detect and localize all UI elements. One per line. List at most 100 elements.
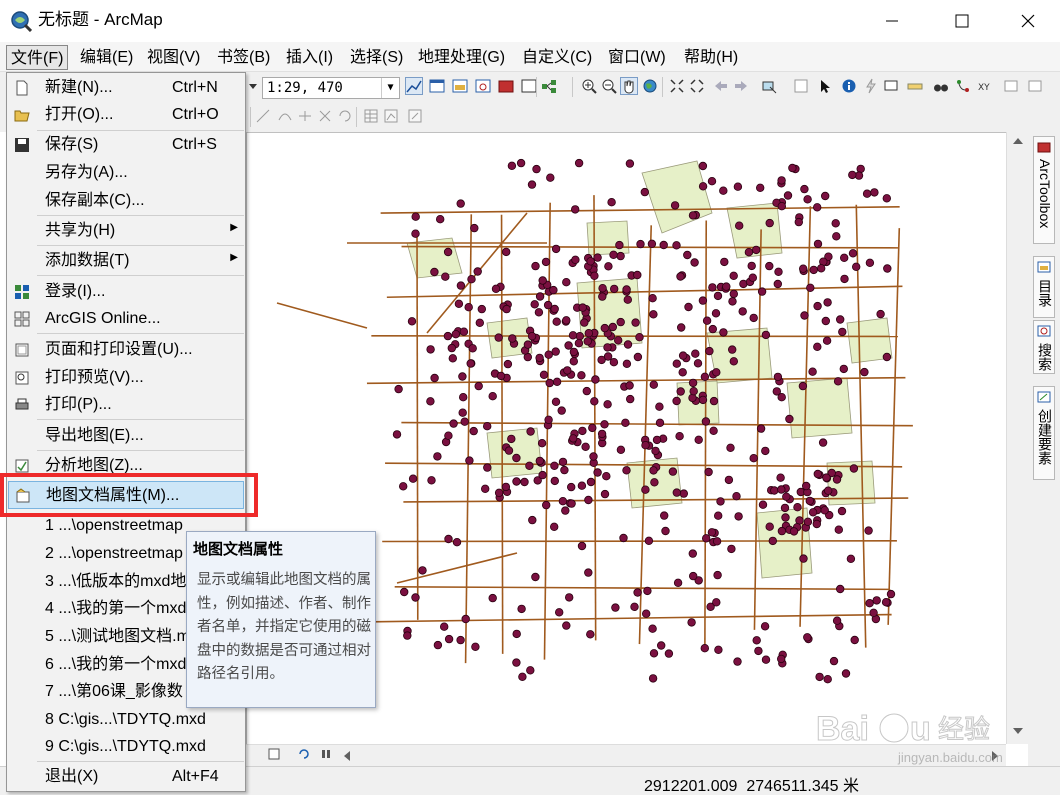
menu-help[interactable]: 帮助(H)	[680, 45, 742, 70]
dock-tab-arctoolbox[interactable]: ArcToolbox	[1033, 136, 1055, 244]
menu-item-page-setup[interactable]: 页面和打印设置(U)...	[8, 336, 244, 363]
map-point-feature	[832, 475, 842, 484]
menu-item-recent-9[interactable]: 9 C:\gis...\TDYTQ.mxd	[8, 733, 244, 760]
map-point-feature	[527, 331, 537, 341]
rotate-tool-button[interactable]	[336, 107, 354, 125]
map-point-feature	[560, 465, 569, 475]
menu-item-save-as[interactable]: 另存为(A)...	[8, 159, 244, 186]
select-elements-button[interactable]	[816, 77, 834, 95]
menu-item-sign-in[interactable]: 登录(I)...	[8, 278, 244, 305]
dock-tab-label: 目录	[1037, 279, 1053, 307]
menu-item-add-data[interactable]: 添加数据(T) ▶	[8, 247, 244, 274]
split-tool-button[interactable]	[316, 107, 334, 125]
map-point-feature	[598, 283, 607, 293]
scroll-up-icon[interactable]	[1012, 136, 1024, 146]
measure-button[interactable]	[906, 77, 924, 95]
go-back-button[interactable]	[712, 77, 730, 95]
find-route-button[interactable]	[954, 77, 972, 95]
map-point-feature	[677, 323, 686, 332]
map-point-feature	[749, 454, 758, 463]
select-features-button[interactable]	[760, 77, 778, 95]
table-of-contents-button[interactable]	[428, 77, 446, 95]
map-point-feature	[574, 158, 584, 168]
go-forward-button[interactable]	[732, 77, 750, 95]
create-features-button[interactable]	[406, 107, 424, 125]
search-window-button[interactable]	[474, 77, 492, 95]
menu-geoprocessing[interactable]: 地理处理(G)	[414, 45, 509, 70]
go-to-xy-button[interactable]: XY	[976, 77, 994, 95]
map-point-feature	[625, 381, 634, 390]
create-viewer-button[interactable]	[1026, 77, 1044, 95]
sketch-properties-button[interactable]	[382, 107, 400, 125]
menu-item-save[interactable]: 保存(S) Ctrl+S	[8, 131, 244, 158]
full-extent-button[interactable]	[641, 77, 659, 95]
catalog-window-button[interactable]	[451, 77, 469, 95]
menu-insert[interactable]: 插入(I)	[282, 45, 337, 70]
map-parcel-polygon	[786, 377, 853, 439]
menu-item-open[interactable]: 打开(O)... Ctrl+O	[8, 101, 244, 128]
map-scale-combobox[interactable]: 1:29, 470 ▼	[262, 77, 400, 99]
menu-item-save-copy[interactable]: 保存副本(C)...	[8, 187, 244, 214]
menu-item-print-preview[interactable]: 打印预览(V)...	[8, 364, 244, 391]
straight-segment-button[interactable]	[254, 107, 272, 125]
map-point-feature	[702, 316, 712, 325]
layout-view-button[interactable]	[266, 746, 284, 764]
menu-selection[interactable]: 选择(S)	[346, 45, 407, 70]
menu-file[interactable]: 文件(F)	[6, 45, 69, 70]
zoom-out-button[interactable]	[600, 77, 618, 95]
pause-drawing-button[interactable]	[318, 746, 336, 764]
minimize-button[interactable]	[870, 6, 914, 36]
model-builder-button[interactable]	[540, 77, 558, 95]
endpoint-arc-button[interactable]	[276, 107, 294, 125]
zoom-in-button[interactable]	[580, 77, 598, 95]
dock-tab-create-features[interactable]: 创建要素	[1033, 386, 1055, 480]
scroll-left-icon[interactable]	[342, 750, 352, 762]
attributes-button[interactable]	[362, 107, 380, 125]
menu-customize[interactable]: 自定义(C)	[518, 45, 596, 70]
chevron-down-icon[interactable]: ▼	[381, 78, 399, 98]
clear-selection-button[interactable]	[792, 77, 810, 95]
time-slider-button[interactable]	[1002, 77, 1020, 95]
menu-item-exit[interactable]: 退出(X) Alt+F4	[8, 763, 244, 790]
menu-edit[interactable]: 编辑(E)	[76, 45, 137, 70]
hyperlink-button[interactable]	[862, 77, 880, 95]
identify-button[interactable]	[840, 77, 858, 95]
menu-windows[interactable]: 窗口(W)	[604, 45, 670, 70]
pan-button[interactable]	[620, 77, 638, 95]
map-point-feature	[542, 500, 551, 510]
fixed-zoom-in-button[interactable]	[668, 77, 686, 95]
map-point-feature	[735, 221, 744, 230]
map-point-feature	[439, 622, 449, 631]
menu-item-label: 共享为(H)	[45, 222, 116, 239]
map-point-feature	[777, 485, 786, 494]
menu-item-shortcut: Alt+F4	[172, 768, 219, 785]
map-vertical-scrollbar[interactable]	[1006, 132, 1028, 744]
dock-tab-catalog[interactable]: 目录	[1033, 256, 1055, 318]
menu-item-print[interactable]: 打印(P)...	[8, 391, 244, 418]
close-button[interactable]	[1006, 6, 1050, 36]
dock-tab-search[interactable]: 搜索	[1033, 320, 1055, 374]
menu-view[interactable]: 视图(V)	[143, 45, 204, 70]
fixed-zoom-out-button[interactable]	[688, 77, 706, 95]
editor-toolbar-toggle-button[interactable]	[405, 77, 423, 95]
find-button[interactable]	[932, 77, 950, 95]
map-point-feature	[443, 247, 453, 257]
arctoolbox-window-button[interactable]	[497, 77, 515, 95]
maximize-button[interactable]	[940, 6, 984, 36]
map-point-feature	[647, 239, 657, 248]
scroll-down-icon[interactable]	[1012, 726, 1024, 736]
map-point-feature	[688, 393, 697, 403]
map-point-feature	[848, 170, 857, 180]
html-popup-button[interactable]	[882, 77, 900, 95]
map-point-feature	[392, 430, 402, 439]
menu-item-new[interactable]: 新建(N)... Ctrl+N	[8, 74, 244, 101]
svg-text:u: u	[910, 710, 931, 748]
menu-bookmarks[interactable]: 书签(B)	[213, 45, 274, 70]
map-point-feature	[865, 258, 875, 267]
refresh-view-button[interactable]	[296, 746, 314, 764]
menu-item-share-as[interactable]: 共享为(H) ▶	[8, 217, 244, 244]
menu-item-export-map[interactable]: 导出地图(E)...	[8, 422, 244, 449]
menu-item-arcgis-online[interactable]: ArcGIS Online...	[8, 305, 244, 332]
menu-item-recent-8[interactable]: 8 C:\gis...\TDYTQ.mxd	[8, 706, 244, 733]
midpoint-button[interactable]	[296, 107, 314, 125]
